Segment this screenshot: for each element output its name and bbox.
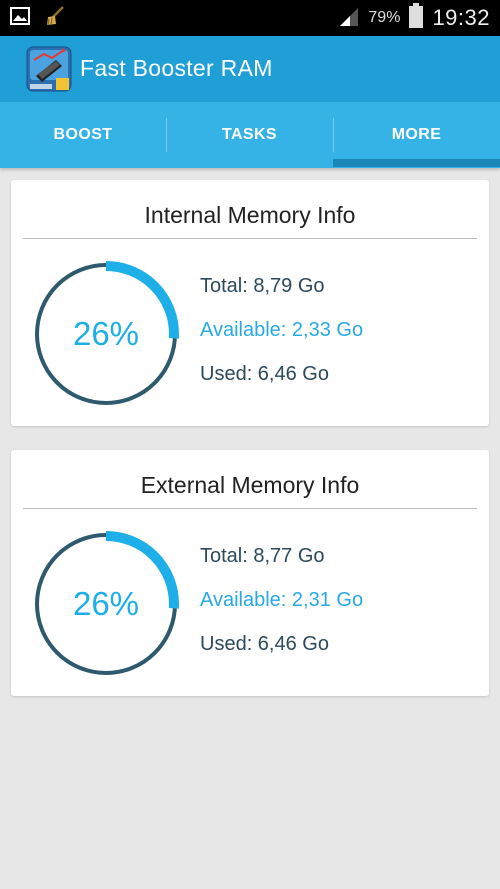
app-title: Fast Booster RAM bbox=[80, 55, 273, 81]
tab-tasks[interactable]: TASKS bbox=[166, 102, 333, 168]
app-bar: Fast Booster RAM bbox=[0, 36, 500, 102]
usage-percent: 26% bbox=[72, 585, 140, 622]
battery-icon bbox=[408, 2, 424, 34]
app-logo-icon[interactable] bbox=[26, 46, 72, 92]
image-icon bbox=[10, 6, 30, 31]
card-title: Internal Memory Info bbox=[144, 202, 356, 228]
usage-percent: 26% bbox=[72, 315, 140, 352]
divider bbox=[23, 238, 477, 239]
available-memory: Available: 2,31 Go bbox=[200, 589, 364, 611]
clock: 19:32 bbox=[432, 5, 490, 30]
internal-memory-card: Internal Memory Info 26% Total: 8,79 Go … bbox=[11, 180, 489, 426]
active-tab-indicator bbox=[333, 159, 500, 167]
divider bbox=[23, 508, 477, 509]
total-memory: Total: 8,79 Go bbox=[200, 275, 325, 297]
notification-icons bbox=[10, 5, 66, 32]
total-memory: Total: 8,77 Go bbox=[200, 545, 325, 567]
card-title: External Memory Info bbox=[140, 472, 360, 498]
battery-percent: 79% bbox=[368, 9, 401, 26]
broom-icon bbox=[44, 5, 66, 32]
used-memory: Used: 6,46 Go bbox=[200, 363, 329, 385]
status-bar: 79% 19:32 bbox=[0, 0, 500, 36]
tab-boost[interactable]: BOOST bbox=[0, 102, 166, 168]
available-memory: Available: 2,33 Go bbox=[200, 319, 364, 341]
used-memory: Used: 6,46 Go bbox=[200, 633, 329, 655]
external-memory-card: External Memory Info 26% Total: 8,77 Go … bbox=[11, 450, 489, 696]
signal-icon bbox=[338, 5, 360, 32]
